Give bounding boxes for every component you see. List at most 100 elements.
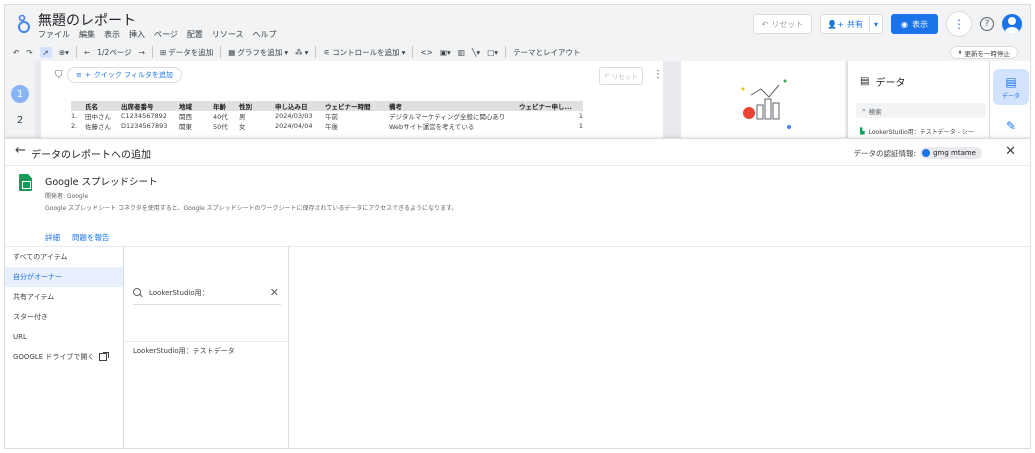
menu-view[interactable]: 表示	[104, 29, 120, 40]
quick-filter-label: クイック フィルタを追加	[93, 71, 173, 79]
view-label: 表示	[912, 19, 928, 29]
report-page[interactable]: ⛉ ≡ + クイック フィルタを追加 ↶ リセット ⋮ 氏名 出席者番号 地域 …	[41, 61, 663, 138]
forward-icon[interactable]: →	[139, 48, 145, 57]
lookerstudio-logo-icon[interactable]	[17, 14, 31, 34]
data-source-item[interactable]: ▙ LookerStudio用：テストデータ - シー	[860, 127, 974, 136]
table-cell: 2024/03/03	[275, 112, 313, 120]
data-panel-title: データ	[875, 78, 906, 89]
redo-icon[interactable]: ↷	[26, 48, 32, 57]
table-header-cell: 申し込み日	[275, 103, 308, 111]
menu-insert[interactable]: 挿入	[129, 29, 145, 40]
image-icon[interactable]: ▣▾	[440, 48, 451, 57]
sheets-icon: ▙	[860, 128, 865, 135]
rail-data-button[interactable]: ▤ データ	[993, 69, 1029, 105]
filter-icon: ⛉	[55, 70, 63, 81]
table-cell: 佐藤さん	[85, 123, 111, 131]
toolbar-divider	[151, 46, 153, 58]
eye-icon: ◉	[901, 19, 908, 29]
spreadsheet-search-input[interactable]	[149, 288, 249, 297]
nav-all-items[interactable]: すべてのアイテム	[5, 247, 123, 267]
credentials-chip[interactable]: gmg mtame	[920, 147, 982, 159]
text-icon[interactable]: ▥	[458, 48, 465, 57]
line-icon[interactable]: ╲▾	[472, 48, 480, 57]
open-external-icon	[99, 352, 110, 361]
menu-file[interactable]: ファイル	[38, 29, 70, 40]
community-viz-button[interactable]: ⁂ ▾	[295, 48, 308, 57]
nav-starred[interactable]: スター付き	[5, 307, 123, 327]
nav-label: 自分がオーナー	[13, 273, 62, 281]
search-icon	[133, 287, 143, 298]
data-panel-search[interactable]: ⌕ 検索	[856, 103, 986, 118]
report-issue-link[interactable]: 問題を報告	[72, 232, 110, 243]
undo-icon: ↶	[761, 19, 769, 29]
page-thumb-2[interactable]: 2	[11, 111, 29, 129]
code-icon[interactable]: <>	[420, 48, 433, 57]
credentials-info: データの認証情報: gmg mtame	[854, 147, 982, 159]
report-title[interactable]: 無題のレポート	[38, 10, 136, 30]
more-options-button[interactable]: ⋮	[946, 11, 972, 37]
data-panel-header: ▤ データ	[860, 74, 905, 89]
rail-properties-button[interactable]: ✎	[993, 111, 1029, 138]
sheets-icon	[19, 174, 32, 191]
table-cell: 関東	[179, 123, 192, 131]
page-thumb-1[interactable]: 1	[11, 85, 29, 103]
table-cell: 2024/04/04	[275, 122, 313, 130]
credentials-label: データの認証情報:	[853, 148, 917, 158]
view-button[interactable]: ◉ 表示	[891, 14, 938, 34]
search-icon: ⌕	[862, 106, 866, 114]
undo-icon[interactable]: ↶	[13, 48, 19, 57]
menu-edit[interactable]: 編集	[79, 29, 95, 40]
menu-help[interactable]: ヘルプ	[252, 29, 276, 40]
add-person-icon: 👤+	[827, 19, 844, 29]
data-source-name: LookerStudio用：テストデータ - シー	[868, 129, 974, 136]
reset-button[interactable]: ↶ リセット	[752, 14, 813, 34]
toolbar-divider	[315, 46, 317, 58]
nav-label: GOOGLE ドライブで開く	[13, 353, 95, 361]
nav-open-drive[interactable]: GOOGLE ドライブで開く	[5, 347, 123, 367]
kebab-icon[interactable]: ⋮	[653, 69, 663, 80]
toolbar-divider	[412, 46, 414, 58]
add-chart-button[interactable]: ▦ グラフを追加 ▾	[228, 47, 288, 58]
data-table[interactable]: 氏名 出席者番号 地域 年齢 性別 申し込み日 ウェビナー時間 備考 ウェビナー…	[71, 101, 583, 131]
avatar[interactable]	[1002, 14, 1022, 34]
list-item[interactable]: LookerStudio用：テストデータ	[125, 341, 288, 359]
add-control-label: コントロールを追加	[332, 47, 400, 57]
theme-layout-button[interactable]: テーマとレイアウト	[513, 47, 581, 58]
share-dropdown-icon[interactable]: ▾	[870, 20, 882, 29]
page-indicator[interactable]: 1/2ページ	[97, 47, 131, 58]
zoom-icon[interactable]: ⊕▾	[59, 48, 69, 57]
shape-icon[interactable]: □▾	[487, 48, 498, 57]
menu-resource[interactable]: リソース	[212, 29, 244, 40]
toolbar-divider	[505, 46, 507, 58]
table-cell: 関西	[179, 113, 192, 121]
table-cell: 40代	[213, 113, 228, 121]
pause-updates-button[interactable]: ⏸ 更新を一時停止	[950, 46, 1018, 59]
help-icon[interactable]: ?	[980, 17, 994, 31]
back-icon[interactable]: ←	[84, 48, 90, 57]
table-cell: 午後	[325, 123, 338, 131]
pause-icon: ⏸	[958, 48, 962, 56]
pause-updates-label: 更新を一時停止	[964, 49, 1011, 58]
table-header-cell: ウェビナー時間	[325, 103, 371, 111]
menu-arrange[interactable]: 配置	[187, 29, 203, 40]
add-data-icon: ⊞	[159, 47, 167, 57]
share-button[interactable]: 👤+ 共有 ▾	[820, 14, 884, 34]
table-cell: デジタルマーケティング全般に関心あり	[389, 113, 506, 121]
page-strip: 1 2	[5, 61, 35, 138]
nav-shared-items[interactable]: 共有アイテム	[5, 287, 123, 307]
add-data-button[interactable]: ⊞ データを追加	[160, 47, 213, 58]
clear-search-icon[interactable]: ✕	[270, 286, 279, 299]
menu-page[interactable]: ページ	[154, 29, 178, 40]
add-control-icon: ⚟	[323, 47, 331, 57]
nav-label: すべてのアイテム	[13, 253, 68, 261]
close-icon[interactable]: ✕	[1005, 144, 1016, 159]
nav-url[interactable]: URL	[5, 327, 123, 347]
add-control-button[interactable]: ⚟ コントロールを追加 ▾	[323, 47, 405, 58]
nav-owned-by-me[interactable]: 自分がオーナー	[5, 267, 123, 287]
details-link[interactable]: 詳細	[45, 232, 60, 243]
back-arrow-icon[interactable]: ←	[15, 143, 26, 158]
table-cell: 1.	[71, 112, 78, 120]
quick-filter-button[interactable]: ≡ + クイック フィルタを追加	[67, 67, 182, 83]
select-icon[interactable]: ➚	[39, 46, 52, 58]
canvas-reset-button[interactable]: ↶ リセット	[599, 67, 643, 85]
